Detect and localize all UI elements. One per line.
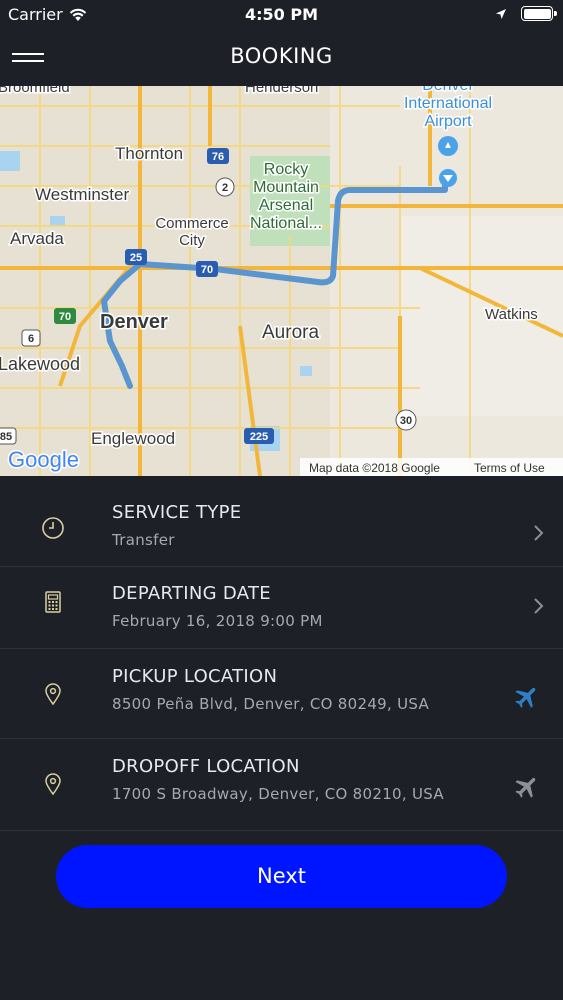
label-rocky-3: Arsenal	[259, 197, 313, 214]
label-arvada: Arvada	[10, 229, 64, 248]
label-rocky-2: Mountain	[253, 179, 319, 196]
airplane-icon[interactable]	[513, 683, 541, 711]
shield-85: 85	[0, 427, 17, 445]
chevron-right-icon[interactable]	[533, 597, 545, 615]
label-watkins: Watkins	[485, 306, 538, 323]
label-thornton: Thornton	[115, 144, 183, 163]
map-data-attribution: Map data ©2018 Google	[309, 461, 440, 475]
pickup-location-row[interactable]: PICKUP LOCATION 8500 Peña Blvd, Denver, …	[0, 649, 563, 739]
pickup-location-value: 8500 Peña Blvd, Denver, CO 80249, USA	[112, 695, 430, 713]
pickup-location-label: PICKUP LOCATION	[112, 666, 278, 687]
departing-date-label: DEPARTING DATE	[112, 583, 271, 604]
label-rocky-4: National...	[250, 215, 322, 232]
shield-225: 225	[244, 428, 274, 444]
shield-76: 76	[207, 148, 229, 164]
location-pin-icon	[45, 773, 61, 796]
label-denver: Denver	[100, 311, 168, 333]
shield-6-text: 6	[28, 333, 34, 345]
map-canvas[interactable]: 76 2 25 70 70 6 225 30 85 Henderson Broo…	[0, 86, 563, 476]
label-airport-2: International	[404, 95, 492, 112]
google-logo: Google	[7, 446, 81, 474]
shield-76-text: 76	[212, 151, 224, 163]
nav-bar: BOOKING	[0, 30, 563, 86]
page-title: BOOKING	[230, 44, 333, 68]
shield-70a-text: 70	[201, 264, 213, 276]
label-broomfield: Broomfield	[0, 86, 70, 96]
shield-225-text: 225	[250, 431, 268, 443]
battery-icon	[521, 6, 557, 21]
departing-date-value: February 16, 2018 9:00 PM	[112, 612, 323, 630]
dropoff-location-value: 1700 S Broadway, Denver, CO 80210, USA	[112, 785, 444, 803]
shield-25: 25	[125, 249, 147, 265]
route-start-marker-icon	[439, 169, 457, 187]
shield-70b-text: 70	[59, 311, 71, 323]
label-rocky-1: Rocky	[264, 161, 308, 178]
clock-time: 4:50 PM	[244, 5, 318, 24]
location-pin-icon	[45, 683, 61, 706]
departing-date-row[interactable]: DEPARTING DATE February 16, 2018 9:00 PM	[0, 567, 563, 649]
label-commerce-1: Commerce	[155, 215, 228, 232]
label-airport-3: Airport	[424, 113, 472, 130]
route-map[interactable]: 76 2 25 70 70 6 225 30 85 Henderson Broo…	[0, 86, 563, 476]
shield-30-text: 30	[400, 415, 412, 427]
shield-2-text: 2	[222, 182, 228, 194]
clock-icon	[42, 517, 64, 539]
label-aurora: Aurora	[262, 322, 319, 343]
chevron-right-icon[interactable]	[533, 524, 545, 542]
label-englewood: Englewood	[91, 429, 175, 448]
dropoff-location-row[interactable]: DROPOFF LOCATION 1700 S Broadway, Denver…	[0, 739, 563, 831]
dropoff-location-label: DROPOFF LOCATION	[112, 756, 300, 777]
service-type-value: Transfer	[112, 531, 175, 549]
service-type-row[interactable]: SERVICE TYPE Transfer	[0, 476, 563, 567]
service-type-label: SERVICE TYPE	[112, 502, 242, 523]
shield-30: 30	[395, 409, 417, 431]
calculator-icon	[45, 591, 61, 613]
shield-85-text: 85	[0, 431, 12, 443]
shield-6: 6	[21, 329, 41, 347]
google-logo-text: Google	[8, 447, 79, 472]
label-commerce-2: City	[179, 232, 205, 249]
airplane-icon[interactable]	[513, 773, 541, 801]
next-button[interactable]: Next	[56, 845, 507, 908]
booking-fields-list: SERVICE TYPE Transfer DEPARTING DATE Feb…	[0, 476, 563, 831]
location-arrow-icon	[496, 8, 506, 19]
label-henderson: Henderson	[245, 86, 318, 96]
shield-2: 2	[215, 177, 235, 197]
label-westminster: Westminster	[35, 185, 129, 204]
shield-70b: 70	[54, 308, 76, 324]
label-airport-1: Denver	[422, 86, 474, 94]
shield-70a: 70	[196, 261, 218, 277]
label-lakewood: Lakewood	[0, 354, 80, 374]
terms-of-use-link[interactable]: Terms of Use	[474, 461, 545, 475]
status-bar: Carrier 4:50 PM	[0, 0, 563, 30]
airport-pin-icon	[438, 136, 458, 156]
shield-25-text: 25	[130, 252, 142, 264]
